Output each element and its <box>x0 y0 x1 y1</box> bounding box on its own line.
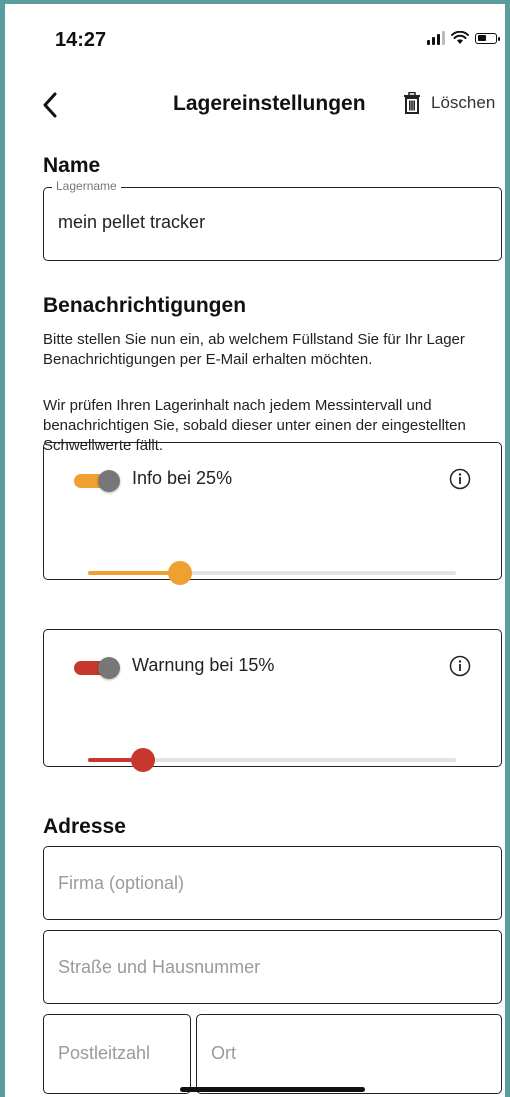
zip-field[interactable]: Postleitzahl <box>43 1014 191 1094</box>
home-indicator <box>180 1087 365 1092</box>
threshold-card-info: Info bei 25% <box>43 442 502 585</box>
street-field[interactable]: Straße und Hausnummer <box>43 930 502 1004</box>
zip-placeholder: Postleitzahl <box>58 1043 151 1063</box>
city-placeholder: Ort <box>211 1043 236 1063</box>
slider-fill <box>88 571 180 575</box>
name-section-title: Name <box>43 154 101 177</box>
chevron-left-icon <box>43 92 57 118</box>
address-section-title: Adresse <box>43 815 126 838</box>
battery-icon <box>475 32 500 44</box>
trash-icon <box>404 92 420 114</box>
slider-thumb[interactable] <box>131 748 155 772</box>
info-threshold-toggle[interactable] <box>74 470 120 492</box>
storage-name-field[interactable]: Lagername mein pellet tracker <box>43 179 502 261</box>
street-placeholder: Straße und Hausnummer <box>58 957 261 977</box>
storage-name-legend: Lagername <box>52 179 121 193</box>
notifications-section-title: Benachrichtigungen <box>43 294 247 317</box>
warning-threshold-slider[interactable] <box>88 748 456 772</box>
info-threshold-slider[interactable] <box>88 561 456 585</box>
company-field[interactable]: Firma (optional) <box>43 846 502 920</box>
info-icon[interactable] <box>449 655 471 677</box>
status-time: 14:27 <box>55 29 107 51</box>
signal-icon <box>427 31 445 45</box>
back-button[interactable] <box>35 90 65 120</box>
warning-threshold-toggle[interactable] <box>74 657 120 679</box>
status-icons <box>427 31 500 45</box>
info-threshold-label: Info bei 25% <box>132 468 233 488</box>
info-icon[interactable] <box>449 468 471 490</box>
notifications-intro: Bitte stellen Sie nun ein, ab welchem Fü… <box>43 331 465 368</box>
app-frame: 14:27 Lagereinstellungen Löschen Name La… <box>0 0 510 1097</box>
toggle-knob <box>98 657 120 679</box>
delete-label: Löschen <box>431 93 496 112</box>
page-title: Lagereinstellungen <box>173 92 366 115</box>
toggle-knob <box>98 470 120 492</box>
threshold-card-warning: Warnung bei 15% <box>43 629 502 772</box>
delete-button[interactable]: Löschen <box>403 92 495 114</box>
slider-thumb[interactable] <box>168 561 192 585</box>
company-placeholder: Firma (optional) <box>58 873 185 893</box>
wifi-icon <box>451 31 469 44</box>
city-field[interactable]: Ort <box>196 1014 502 1094</box>
storage-name-value[interactable]: mein pellet tracker <box>58 212 205 233</box>
warning-threshold-label: Warnung bei 15% <box>132 655 275 675</box>
